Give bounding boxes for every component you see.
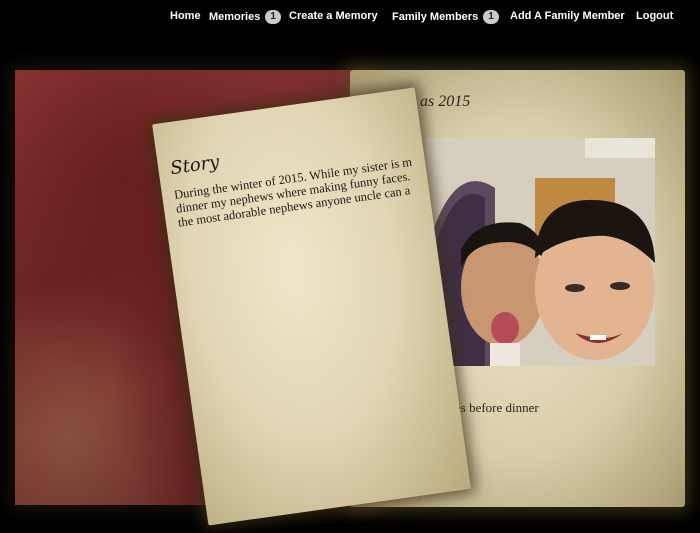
memory-title: as 2015	[420, 93, 471, 110]
nav-family-members-label: Family Members	[392, 11, 479, 23]
memory-photo-image	[425, 138, 655, 366]
family-members-count-badge: 1	[483, 10, 499, 24]
top-nav: Home Memories 1 Create a Memory Family M…	[0, 0, 700, 36]
nav-family-members-link[interactable]: Family Members 1	[392, 10, 499, 24]
nav-create-memory-link[interactable]: Create a Memory	[289, 10, 378, 22]
nav-logout-link[interactable]: Logout	[636, 10, 673, 22]
memory-photo	[425, 138, 655, 366]
nav-home-link[interactable]: Home	[170, 10, 201, 22]
story-heading: Story	[169, 151, 221, 180]
memory-caption: es before dinner	[455, 400, 539, 415]
nav-add-family-member-link[interactable]: Add A Family Member	[510, 10, 625, 22]
nav-memories-label: Memories	[209, 11, 261, 23]
nav-add-family-member-label: Add A Family Member	[510, 10, 625, 22]
nav-logout-label: Logout	[636, 10, 674, 22]
nav-home-label: Home	[170, 10, 201, 22]
memories-count-badge: 1	[265, 10, 281, 24]
nav-memories-link[interactable]: Memories 1	[209, 10, 281, 24]
nav-create-memory-label: Create a Memory	[289, 10, 378, 22]
story-page: Story During the winter of 2015. While m…	[152, 87, 471, 526]
